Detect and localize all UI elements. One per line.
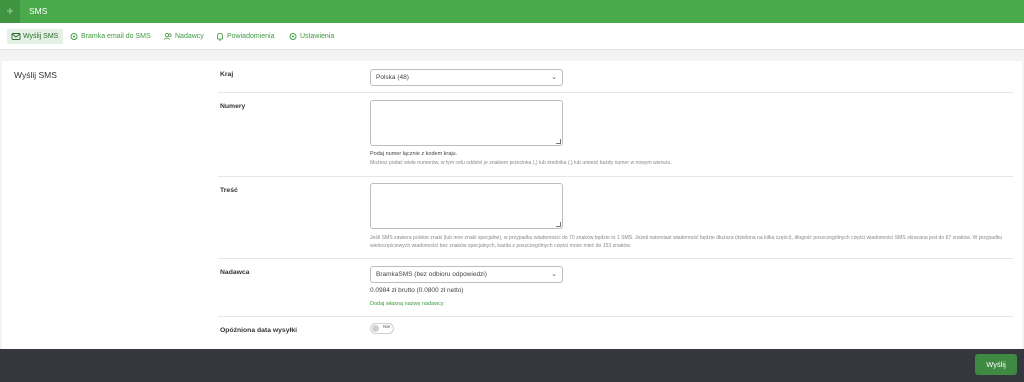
- sender-select[interactable]: BramkaSMS (bez odbioru odpowiedzi) ⌄: [370, 266, 563, 283]
- country-label: Kraj: [220, 71, 234, 78]
- tab-send-sms[interactable]: Wyślij SMS: [7, 29, 64, 44]
- chevron-down-icon: ⌄: [551, 271, 557, 278]
- tab-label: Nadawcy: [175, 33, 204, 40]
- country-row: Kraj Polska (48) ⌄: [218, 61, 1013, 93]
- sender-row: Nadawca BramkaSMS (bez odbioru odpowiedz…: [218, 259, 1013, 317]
- send-sms-panel: Wyślij SMS Kraj Polska (48) ⌄ Numery Pod…: [2, 61, 1022, 350]
- numbers-textarea[interactable]: [370, 100, 563, 146]
- content-help-text: Jeśli SMS zawiera polskie znaki (lub inn…: [370, 235, 1003, 249]
- numbers-label: Numery: [220, 103, 246, 110]
- tab-label: Wyślij SMS: [23, 33, 59, 40]
- content-row: Treść Jeśli SMS zawiera polskie znaki (l…: [218, 177, 1013, 259]
- country-value: Polska (48): [376, 74, 409, 81]
- users-icon: [163, 29, 173, 44]
- chevron-down-icon: ⌄: [551, 74, 557, 81]
- tab-label: Ustawienia: [300, 33, 335, 40]
- tab-senders[interactable]: Nadawcy: [159, 29, 204, 44]
- gear-icon: [69, 29, 79, 44]
- delayed-toggle[interactable]: Nie: [370, 323, 394, 334]
- section-title: Wyślij SMS: [14, 70, 57, 80]
- content-label: Treść: [220, 187, 238, 194]
- top-bar: + SMS: [0, 0, 1024, 23]
- numbers-help-text: Możesz podać wiele numerów, w tym celu o…: [370, 160, 672, 166]
- send-button[interactable]: Wyślij: [975, 354, 1017, 375]
- tab-label: Powiadomienia: [227, 33, 275, 40]
- add-sender-link[interactable]: Dodaj własną nazwę nadawcy: [370, 301, 444, 307]
- tab-label: Bramka email do SMS: [81, 33, 151, 40]
- content-textarea[interactable]: [370, 183, 563, 229]
- tab-email-gateway[interactable]: Bramka email do SMS: [65, 29, 151, 44]
- resize-handle[interactable]: [556, 222, 561, 227]
- tab-notifications[interactable]: Powiadomienia: [211, 29, 274, 44]
- toggle-knob: [372, 325, 379, 332]
- mail-icon: [11, 29, 21, 44]
- numbers-help-title: Podaj numer łącznie z kodem kraju.: [370, 151, 458, 157]
- delayed-label: Opóźniona data wysyłki: [220, 327, 298, 334]
- bell-icon: [215, 29, 225, 44]
- footer-bar: [0, 349, 1024, 382]
- numbers-row: Numery Podaj numer łącznie z kodem kraju…: [218, 93, 1013, 177]
- toggle-label: Nie: [383, 325, 391, 330]
- app-title: SMS: [29, 6, 48, 16]
- sender-price: 0.0984 zł brutto (0.0800 zł netto): [370, 287, 464, 294]
- resize-handle[interactable]: [556, 139, 561, 144]
- delayed-row: Opóźniona data wysyłki Nie: [218, 317, 1013, 350]
- country-select[interactable]: Polska (48) ⌄: [370, 69, 563, 86]
- tab-settings[interactable]: Ustawienia: [284, 29, 334, 44]
- sender-label: Nadawca: [220, 269, 250, 276]
- sender-value: BramkaSMS (bez odbioru odpowiedzi): [376, 271, 487, 278]
- gear-icon: [288, 29, 298, 44]
- menu-toggle-button[interactable]: +: [0, 0, 20, 23]
- tab-bar: Wyślij SMS Bramka email do SMS Nadawcy P…: [0, 23, 1024, 50]
